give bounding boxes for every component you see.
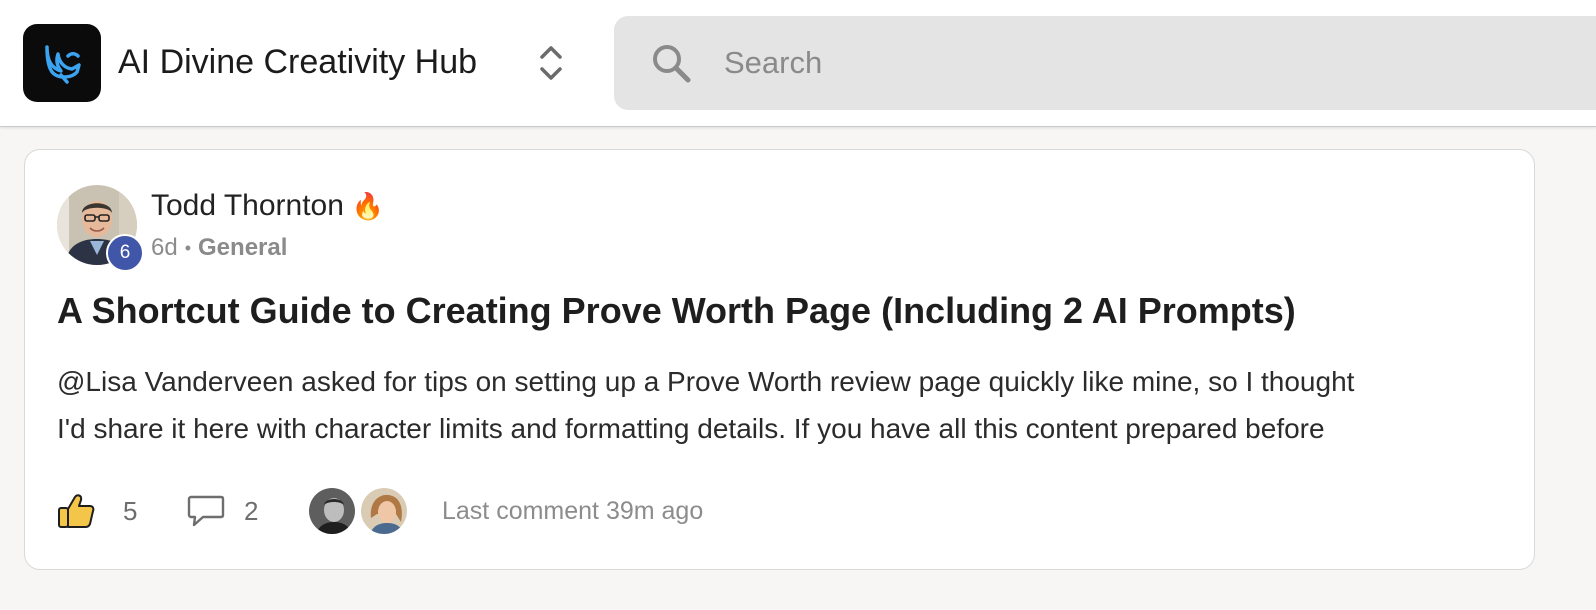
post-time: 6d <box>151 234 178 261</box>
post-excerpt-line: @Lisa Vanderveen asked for tips on setti… <box>57 366 1355 397</box>
post-excerpt[interactable]: @Lisa Vanderveen asked for tips on setti… <box>57 358 1517 452</box>
thumbs-up-icon[interactable] <box>57 493 95 529</box>
commenter-avatar[interactable] <box>307 486 357 536</box>
level-badge: 6 <box>106 234 144 272</box>
post-meta: 6d • General <box>151 232 287 264</box>
post-actions: 5 2 Last comment 39m ago <box>57 484 957 538</box>
app-title[interactable]: AI Divine Creativity Hub <box>118 40 477 84</box>
post-excerpt-line: I'd share it here with character limits … <box>57 413 1325 444</box>
comment-count: 2 <box>244 496 259 526</box>
like-count: 5 <box>123 496 138 526</box>
meta-separator: • <box>184 237 192 258</box>
fire-emoji-icon: 🔥 <box>351 190 385 221</box>
commenter-avatar[interactable] <box>359 486 409 536</box>
chevron-up-down-icon <box>540 46 562 80</box>
search-icon <box>653 45 691 83</box>
search-bar[interactable] <box>614 16 1596 110</box>
top-bar: AI Divine Creativity Hub <box>0 0 1596 127</box>
last-comment-time: Last comment 39m ago <box>442 497 704 525</box>
author-name[interactable]: Todd Thornton <box>151 189 344 223</box>
post-title[interactable]: A Shortcut Guide to Creating Prove Worth… <box>57 287 1507 335</box>
comment-icon[interactable] <box>187 494 225 528</box>
post-card[interactable]: 6 Todd Thornton 🔥 6d • General A Shortcu… <box>24 149 1535 570</box>
bird-icon <box>45 45 81 84</box>
author-row: Todd Thornton 🔥 <box>151 186 384 226</box>
community-switcher-button[interactable] <box>532 40 570 86</box>
app-logo[interactable] <box>23 24 101 102</box>
post-category[interactable]: General <box>198 234 287 262</box>
search-input[interactable] <box>724 36 1524 90</box>
